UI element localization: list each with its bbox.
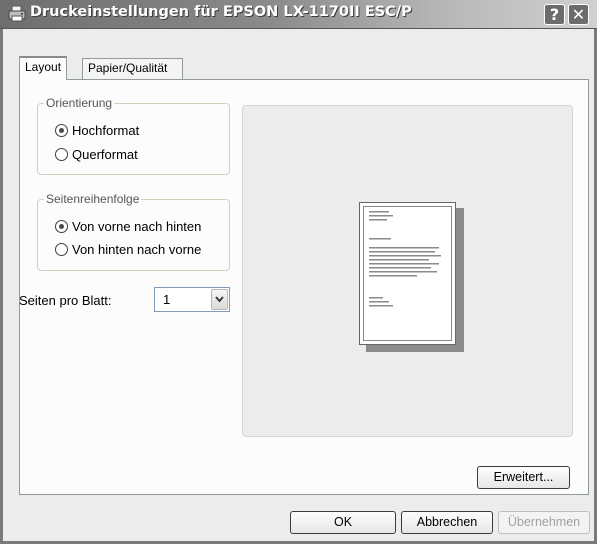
chevron-down-icon[interactable] [211,289,228,310]
radio-landscape-label: Querformat [72,146,138,162]
apply-button[interactable]: Übernehmen [498,511,590,534]
radio-portrait-label: Hochformat [72,122,140,138]
radio-landscape[interactable]: Querformat [55,146,138,162]
radio-portrait-button[interactable] [55,123,68,137]
pages-per-sheet-label: Seiten pro Blatt: [19,293,112,308]
radio-portrait[interactable]: Hochformat [55,122,139,138]
page-order-group: Seitenreihenfolge Von vorne nach hinten … [37,192,230,271]
window-title: Druckeinstellungen für EPSON LX-1170II E… [30,4,412,20]
radio-front-to-back-label: Von vorne nach hinten [72,218,202,234]
radio-front-to-back-button[interactable] [55,219,68,233]
radio-front-to-back[interactable]: Von vorne nach hinten [55,218,201,234]
help-button[interactable]: ? [544,4,565,25]
tab-layout[interactable]: Layout [19,56,68,80]
radio-back-to-front[interactable]: Von hinten nach vorne [55,241,201,257]
printer-icon [8,5,26,22]
orientation-group: Orientierung Hochformat Querformat [37,96,230,175]
ok-button[interactable]: OK [290,511,396,534]
radio-back-to-front-button[interactable] [55,242,68,256]
close-button[interactable]: ✕ [568,4,589,25]
tab-paper-quality[interactable]: Papier/Qualität [82,58,183,79]
page-order-legend: Seitenreihenfolge [44,192,142,206]
orientation-legend: Orientierung [44,96,115,110]
pages-per-sheet-select[interactable]: 1 [154,287,230,312]
title-bar[interactable]: Druckeinstellungen für EPSON LX-1170II E… [0,0,597,29]
print-preferences-dialog: Druckeinstellungen für EPSON LX-1170II E… [0,0,597,544]
radio-landscape-button[interactable] [55,147,68,161]
pages-per-sheet-value: 1 [163,292,171,307]
cancel-button[interactable]: Abbrechen [401,511,493,534]
radio-back-to-front-label: Von hinten nach vorne [72,241,202,257]
page-preview-icon [359,202,456,345]
advanced-button[interactable]: Erweitert... [477,466,570,489]
